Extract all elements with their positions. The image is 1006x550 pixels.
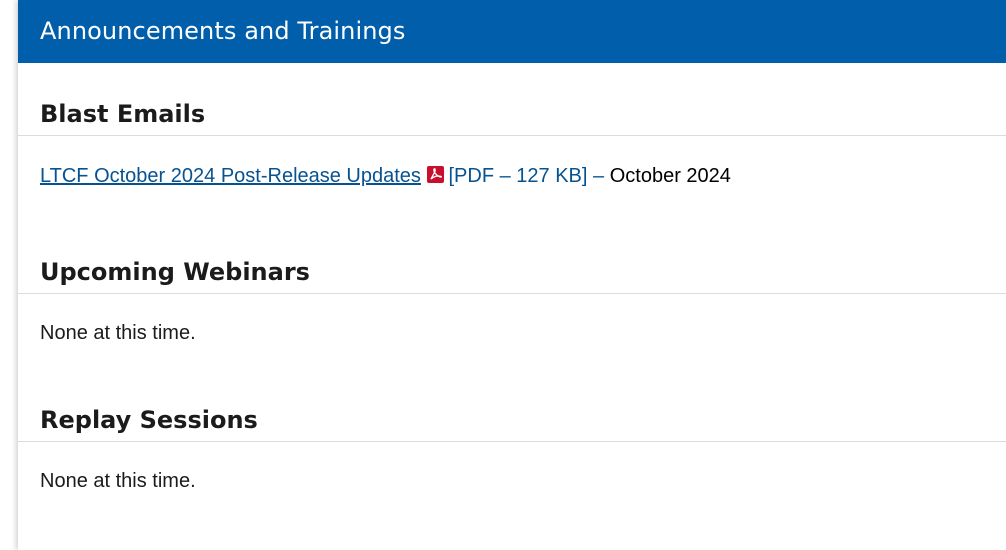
announcements-card: Announcements and Trainings Blast Emails… — [18, 0, 1006, 550]
section-title-upcoming-webinars: Upcoming Webinars — [18, 251, 1006, 294]
separator: – — [593, 165, 605, 187]
card-header: Announcements and Trainings — [18, 0, 1006, 63]
section-blast-emails: Blast Emails LTCF October 2024 Post-Rele… — [18, 93, 1006, 189]
ltcf-update-link[interactable]: LTCF October 2024 Post-Release Updates — [40, 165, 421, 187]
blast-email-item: LTCF October 2024 Post-Release Updates [… — [18, 163, 1006, 189]
section-title-replay-sessions: Replay Sessions — [18, 399, 1006, 442]
section-title-blast-emails: Blast Emails — [18, 93, 1006, 136]
section-upcoming-webinars: Upcoming Webinars None at this time. — [18, 251, 1006, 345]
file-meta: [PDF – 127 KB] — [448, 165, 588, 187]
pdf-icon — [426, 166, 444, 183]
upcoming-webinars-body: None at this time. — [40, 322, 196, 344]
replay-sessions-body: None at this time. — [40, 470, 196, 492]
publish-date: October 2024 — [609, 165, 731, 187]
section-replay-sessions: Replay Sessions None at this time. — [18, 399, 1006, 493]
